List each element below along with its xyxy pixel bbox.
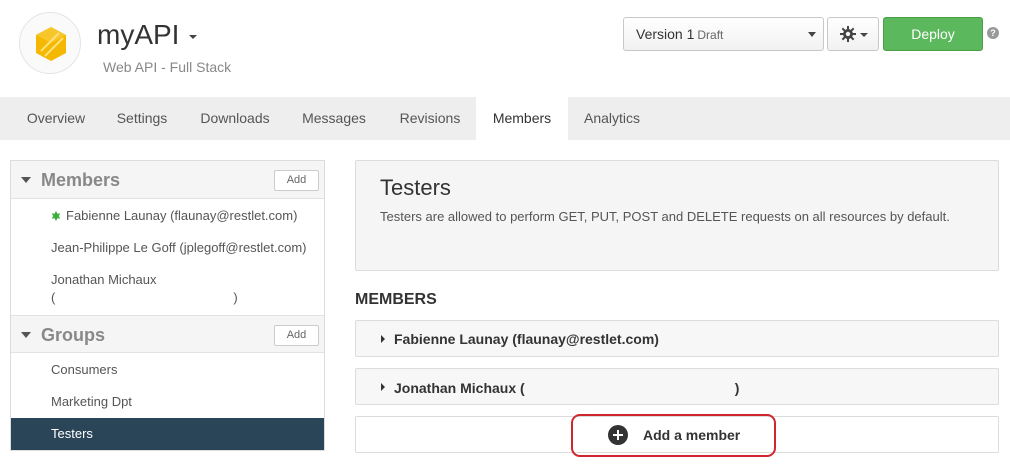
online-status-icon (51, 211, 61, 221)
members-heading: MEMBERS (355, 291, 437, 308)
member-row[interactable]: Jonathan Michaux () (355, 368, 999, 405)
sidebar-group-consumers[interactable]: Consumers (51, 362, 117, 377)
app-header: myAPI Web API - Full Stack Version 1 Draf… (0, 0, 1010, 97)
tab-members[interactable]: Members (476, 97, 568, 140)
settings-gear-button[interactable] (827, 17, 879, 51)
redacted-email (55, 290, 233, 304)
expand-triangle-icon[interactable] (381, 335, 385, 343)
version-label: Version 1 (636, 26, 695, 42)
sidebar-member-item[interactable]: Jean-Philippe Le Goff (jplegoff@restlet.… (51, 240, 307, 255)
title-dropdown-caret-icon[interactable] (189, 35, 197, 39)
sidebar-group-label: Testers (51, 426, 93, 441)
chevron-down-icon (860, 33, 868, 37)
hexagon-logo-icon (36, 27, 66, 61)
sidebar-group-marketing[interactable]: Marketing Dpt (51, 394, 132, 409)
members-groups-sidebar: Members Add Fabienne Launay (flaunay@res… (10, 160, 325, 451)
member-row-name-redacted: Jonathan Michaux () (394, 379, 739, 396)
tab-revisions[interactable]: Revisions (386, 97, 474, 140)
group-description: Testers are allowed to perform GET, PUT,… (380, 209, 950, 224)
collapse-triangle-icon[interactable] (21, 177, 31, 183)
add-member-label: Add a member (643, 427, 741, 443)
sidebar-member-item[interactable]: Jonathan Michaux (51, 272, 157, 287)
paren-close: ) (233, 290, 238, 305)
tab-bar: Overview Settings Downloads Messages Rev… (0, 97, 1010, 140)
tab-messages[interactable]: Messages (290, 97, 378, 140)
collapse-triangle-icon[interactable] (21, 332, 31, 338)
groups-section-title: Groups (41, 325, 106, 345)
version-select[interactable]: Version 1 Draft (623, 17, 824, 51)
add-group-small-button[interactable]: Add (274, 325, 319, 346)
paren-close: ) (734, 380, 740, 396)
chevron-down-icon (808, 32, 816, 37)
expand-triangle-icon[interactable] (381, 383, 385, 391)
members-section-header[interactable]: Members Add (11, 161, 324, 199)
groups-section-header[interactable]: Groups Add (11, 315, 324, 353)
deploy-button[interactable]: Deploy (883, 17, 983, 51)
gear-icon (840, 26, 856, 42)
group-title: Testers (380, 175, 451, 200)
member-row[interactable]: Fabienne Launay (flaunay@restlet.com) (355, 320, 999, 357)
tab-overview[interactable]: Overview (12, 97, 100, 140)
help-icon[interactable]: ? (987, 27, 999, 39)
group-info-card: Testers Testers are allowed to perform G… (355, 160, 999, 271)
member-row-name: Jonathan Michaux ( (394, 380, 525, 396)
plus-circle-icon (608, 425, 628, 445)
app-title[interactable]: myAPI (97, 18, 179, 52)
tab-settings[interactable]: Settings (104, 97, 180, 140)
add-member-small-button[interactable]: Add (274, 170, 319, 191)
member-row-name: Fabienne Launay (flaunay@restlet.com) (394, 331, 659, 347)
member-name: Fabienne Launay (flaunay@restlet.com) (66, 208, 298, 223)
redacted-email (525, 379, 735, 393)
sidebar-member-item[interactable]: Fabienne Launay (flaunay@restlet.com) (51, 208, 297, 223)
version-status: Draft (697, 28, 724, 42)
tab-downloads[interactable]: Downloads (187, 97, 283, 140)
app-subtitle: Web API - Full Stack (103, 59, 232, 75)
sidebar-group-testers[interactable]: Testers (11, 418, 324, 450)
tab-analytics[interactable]: Analytics (573, 97, 651, 140)
sidebar-member-email-redacted: () (51, 290, 238, 305)
api-logo (19, 12, 81, 74)
members-section-title: Members (41, 170, 121, 190)
